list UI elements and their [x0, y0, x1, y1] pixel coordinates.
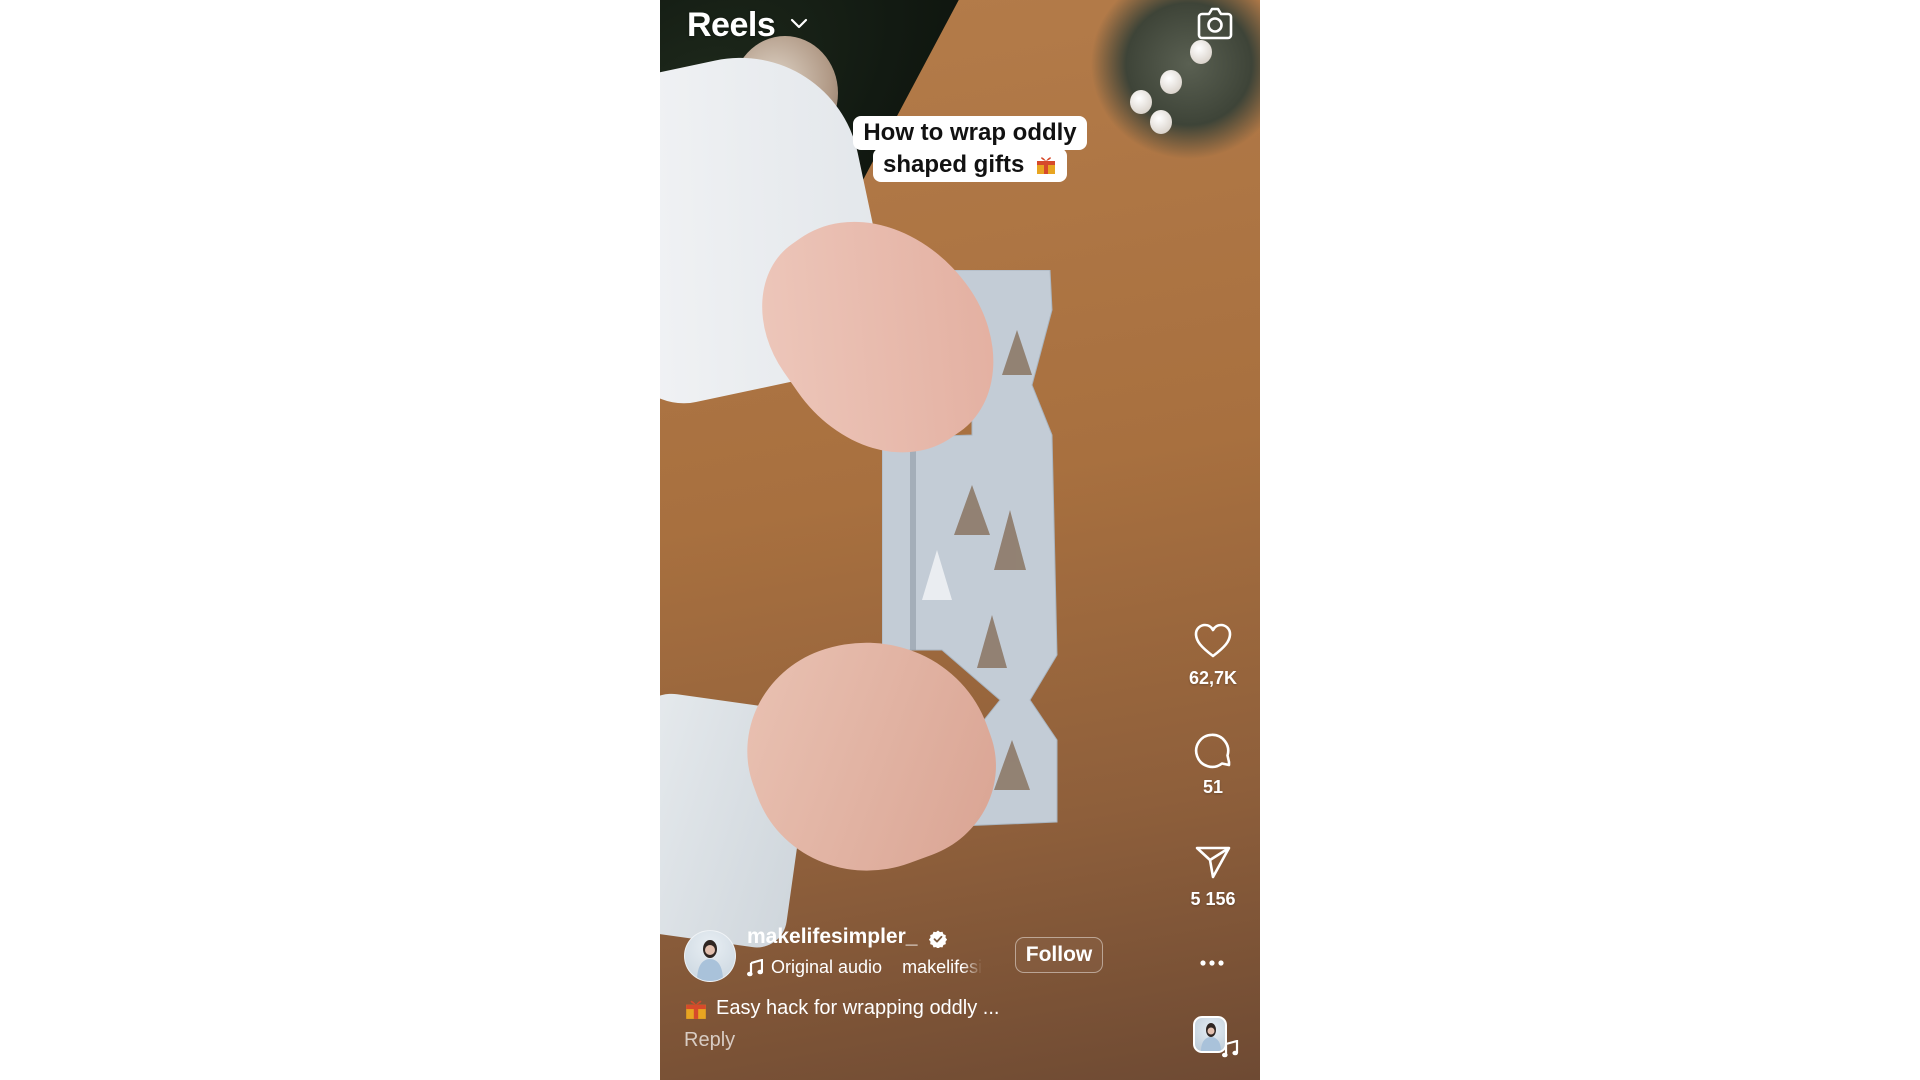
audio-owner: makelifesimpler_	[902, 957, 983, 977]
gift-emoji-icon	[686, 1000, 706, 1019]
author-username[interactable]: makelifesimpler_	[747, 925, 917, 949]
like-count: 62,7K	[1188, 668, 1238, 688]
author-avatar[interactable]	[684, 930, 736, 982]
verified-badge-icon	[929, 930, 947, 948]
comment-action[interactable]: 51	[1183, 729, 1243, 798]
share-count: 5 156	[1190, 889, 1236, 909]
audio-label: Original audio	[771, 957, 883, 977]
video-text-sticker: How to wrap oddly shaped gifts	[830, 116, 1110, 182]
share-action[interactable]: 5 156	[1183, 841, 1243, 910]
sticker-line-2: shaped gifts	[872, 148, 1068, 182]
avatar-image	[697, 940, 723, 981]
reels-title[interactable]: Reels	[687, 6, 776, 45]
follow-button[interactable]: Follow	[1015, 937, 1103, 973]
audio-info[interactable]: Original audio makelifesimpler_	[747, 957, 982, 978]
caption-text: Easy hack for wrapping oddly ...	[716, 996, 1000, 1019]
music-note-icon	[747, 958, 763, 976]
reel-player[interactable]: Reels How to wrap oddly shaped gifts 62,…	[660, 0, 1260, 1080]
comment-icon[interactable]	[1192, 729, 1234, 771]
send-icon[interactable]	[1192, 841, 1234, 883]
sticker-line-1: How to wrap oddly	[853, 116, 1087, 150]
more-icon[interactable]	[1197, 959, 1227, 967]
reply-link[interactable]: Reply	[684, 1029, 735, 1052]
mistletoe-decoration	[1090, 0, 1260, 160]
music-note-icon	[1222, 1040, 1239, 1058]
heart-icon[interactable]	[1192, 620, 1234, 662]
reel-caption[interactable]: Easy hack for wrapping oddly ...	[684, 996, 999, 1020]
more-options-button[interactable]	[1197, 955, 1227, 977]
gift-emoji-icon	[1037, 157, 1056, 174]
chevron-down-icon[interactable]	[789, 16, 809, 32]
camera-icon[interactable]	[1196, 5, 1234, 41]
like-action[interactable]: 62,7K	[1183, 620, 1243, 689]
comment-count: 51	[1202, 777, 1224, 797]
